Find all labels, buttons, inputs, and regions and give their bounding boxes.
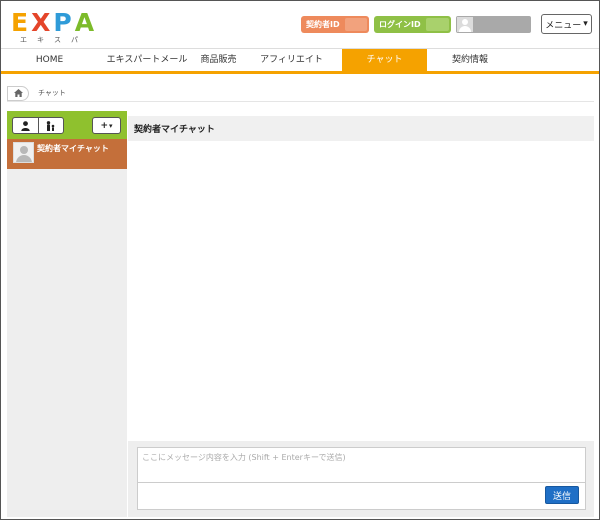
send-button[interactable]: 送信	[545, 486, 579, 504]
login-id-value-redacted	[425, 18, 449, 31]
view-toggle-group	[12, 117, 64, 134]
logo-sub-char: パ	[71, 36, 78, 44]
logo-sub-char: エ	[20, 36, 27, 44]
home-icon[interactable]	[7, 85, 29, 101]
sidebar-toolbar: + ▾	[7, 111, 127, 139]
chat-message-area[interactable]	[128, 141, 594, 441]
room-list-item[interactable]: 契約者マイチャット	[7, 139, 127, 169]
logo-letters: E X P A	[11, 10, 101, 36]
user-avatar-icon	[457, 17, 473, 32]
contract-id-value-redacted	[344, 18, 367, 31]
contract-id-label: 契約者ID	[306, 20, 340, 29]
room-avatar-icon	[13, 142, 34, 163]
logo-sub-char: キ	[37, 36, 44, 44]
app-window: E X P A エ キ ス パ 契約者ID ログインID メニュー ▾ HOME…	[0, 0, 600, 520]
login-id-label: ログインID	[379, 20, 421, 29]
add-room-button[interactable]: + ▾	[92, 117, 121, 134]
nav-item-home[interactable]: HOME	[1, 49, 98, 72]
person-icon[interactable]	[13, 118, 38, 133]
chevron-down-icon: ▾	[109, 121, 113, 130]
chat-header: 契約者マイチャット	[128, 116, 594, 141]
message-input[interactable]	[137, 447, 586, 483]
breadcrumb-current: チャット	[38, 89, 66, 97]
logo-sub-char: ス	[54, 36, 61, 44]
nav-item-product-sales[interactable]: 商品販売	[196, 49, 241, 72]
menu-button-label: メニュー	[545, 20, 582, 31]
login-id-badge: ログインID	[374, 16, 451, 33]
breadcrumb: チャット	[7, 85, 594, 102]
nav-item-affiliate[interactable]: アフィリエイト	[241, 49, 342, 72]
contract-id-badge: 契約者ID	[301, 16, 369, 33]
chevron-down-icon: ▾	[583, 19, 588, 29]
nav-item-expert-mail[interactable]: エキスパートメール	[98, 49, 196, 72]
logo-letter-x: X	[31, 8, 52, 37]
user-profile[interactable]	[456, 16, 531, 33]
logo-letter-a: A	[74, 8, 96, 37]
parent-child-icon[interactable]	[37, 118, 64, 133]
compose-footer: 送信	[137, 483, 586, 510]
chat-title: 契約者マイチャット	[134, 125, 215, 135]
main-nav: HOME エキスパートメール 商品販売 アフィリエイト チャット 契約情報	[1, 48, 599, 74]
menu-button[interactable]: メニュー ▾	[541, 14, 592, 34]
logo-letter-e: E	[11, 8, 30, 37]
nav-item-contract-info[interactable]: 契約情報	[427, 49, 513, 72]
message-compose-panel: 送信	[128, 441, 594, 517]
chat-sidebar: + ▾ 契約者マイチャット	[7, 111, 127, 517]
expa-logo[interactable]: E X P A エ キ ス パ	[11, 10, 101, 45]
logo-letter-p: P	[53, 8, 73, 37]
plus-icon: +	[100, 120, 109, 131]
room-name: 契約者マイチャット	[37, 144, 109, 153]
nav-item-chat[interactable]: チャット	[342, 49, 427, 72]
